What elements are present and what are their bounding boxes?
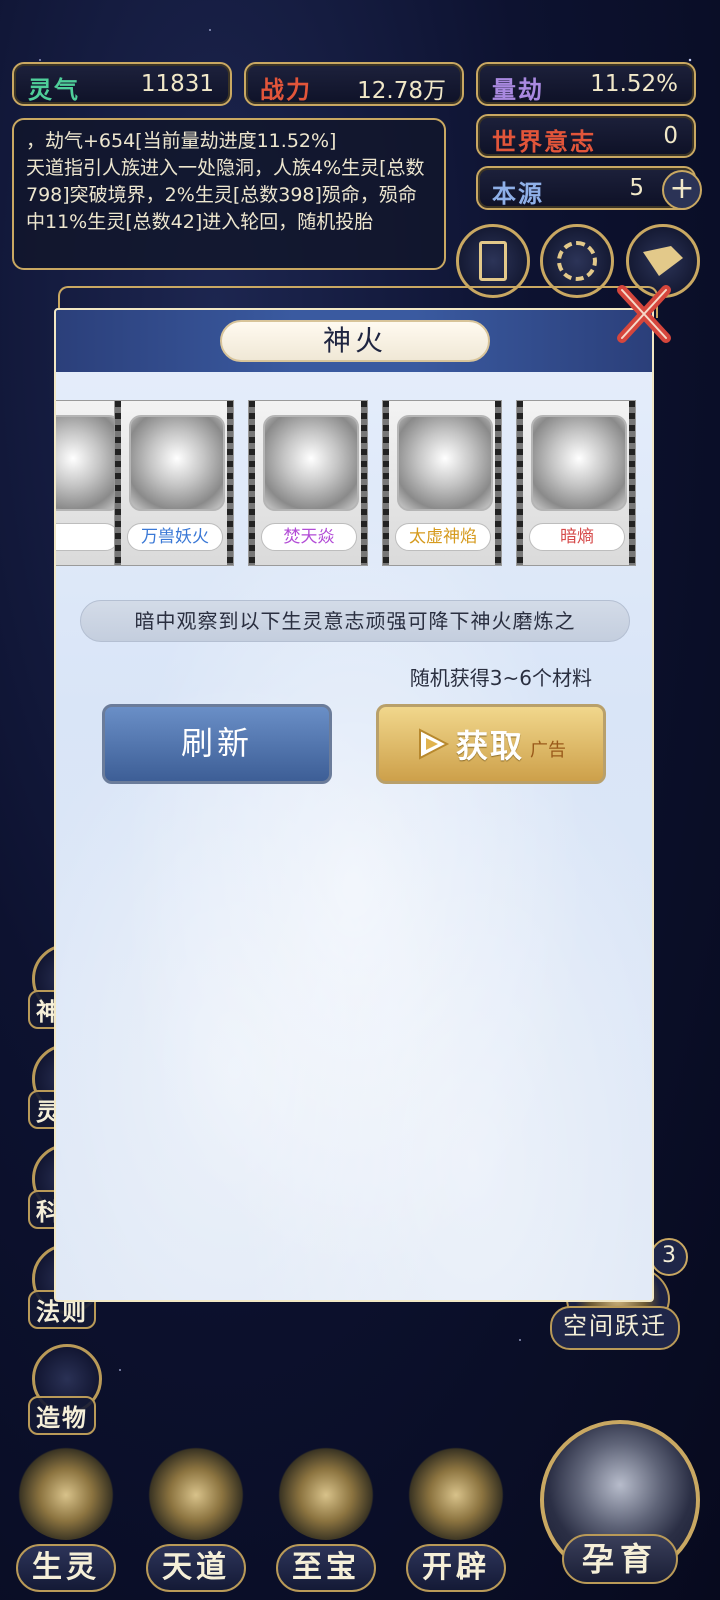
info-banner: 暗中观察到以下生灵意志顽强可降下神火磨炼之	[80, 600, 630, 642]
zhanli-stat: 战力 12.78万	[244, 62, 464, 106]
fire-card-name: 焚天焱	[261, 523, 357, 551]
close-icon[interactable]	[616, 284, 672, 344]
nav-zhibao[interactable]: 至宝	[266, 1440, 386, 1600]
lingqi-stat: 灵气 11831	[12, 62, 232, 106]
get-label: 获取	[455, 727, 524, 765]
kaipi-icon	[406, 1440, 506, 1540]
shijie-label: 世界意志	[492, 128, 596, 156]
log-line-2: 天道指引人族进入一处隐洞，人族4%生灵[总数798]突破境界，2%生灵[总数39…	[26, 157, 425, 233]
video-play-icon	[418, 728, 450, 760]
nav-kaipi[interactable]: 开辟	[396, 1440, 516, 1600]
side-label-zaowu: 造物	[28, 1396, 96, 1435]
space-jump-badge: 3	[650, 1238, 688, 1276]
nav-tiandao[interactable]: 天道	[136, 1440, 256, 1600]
benyuan-add-button[interactable]: +	[662, 170, 702, 210]
liangjie-stat[interactable]: 量劫 11.52%	[476, 62, 696, 106]
liangjie-label: 量劫	[492, 76, 544, 104]
zhanli-value: 12.78万	[357, 78, 446, 104]
hammer-icon	[643, 246, 683, 276]
get-ad-button[interactable]: 获取 广告	[376, 704, 606, 784]
zhibao-icon	[276, 1440, 376, 1540]
vortex-icon	[557, 241, 597, 281]
anshang-fire-icon	[531, 415, 627, 511]
fire-card-taixu[interactable]: 太虚神焰	[382, 400, 502, 566]
benyuan-value: 5	[629, 175, 644, 201]
nav-yunyu-label: 孕育	[562, 1534, 678, 1584]
shengling-icon	[16, 1440, 116, 1540]
fire-card-fentian[interactable]: 焚天焱	[248, 400, 368, 566]
space-jump-label: 空间跃迁	[550, 1306, 680, 1350]
fire-card-name: 万兽妖火	[127, 523, 223, 551]
lingqi-value: 11831	[140, 71, 214, 97]
wanshou-fire-icon	[129, 415, 225, 511]
fire-card-name	[56, 523, 119, 551]
fentian-fire-icon	[263, 415, 359, 511]
shenhuo-dialog: 神火 万兽妖火 焚天焱 太虚神焰 暗熵 暗中观察到以下生灵意志顽强可降下神火磨炼…	[54, 308, 654, 1302]
fire-card-anshang[interactable]: 暗熵	[516, 400, 636, 566]
fire-card-name: 太虚神焰	[395, 523, 491, 551]
fire-card-wanshou[interactable]: 万兽妖火	[114, 400, 234, 566]
lingqi-label: 灵气	[28, 76, 80, 104]
dialog-header: 神火	[56, 310, 652, 372]
fire-card-art	[56, 415, 121, 511]
fire-card-name: 暗熵	[529, 523, 625, 551]
dialog-title: 神火	[220, 320, 490, 362]
taixu-fire-icon	[397, 415, 493, 511]
nav-zhibao-label: 至宝	[276, 1544, 376, 1592]
plus-icon: +	[669, 171, 695, 206]
refresh-button[interactable]: 刷新	[102, 704, 332, 784]
nav-shengling[interactable]: 生灵	[6, 1440, 126, 1600]
benyuan-label: 本源	[492, 180, 544, 208]
shijie-value: 0	[663, 123, 678, 149]
shijie-stat[interactable]: 世界意志 0	[476, 114, 696, 158]
nav-kaipi-label: 开辟	[406, 1544, 506, 1592]
event-log: ，劫气+654[当前量劫进度11.52%] 天道指引人族进入一处隐洞，人族4%生…	[12, 118, 446, 270]
nav-tiandao-label: 天道	[146, 1544, 246, 1592]
tiandao-icon	[146, 1440, 246, 1540]
card-icon	[479, 241, 507, 281]
nav-yunyu[interactable]: 孕育	[540, 1420, 700, 1590]
zhanli-label: 战力	[260, 76, 312, 104]
log-line-1: ，劫气+654[当前量劫进度11.52%]	[26, 130, 337, 152]
ad-label: 广告	[530, 740, 566, 761]
reward-text: 随机获得3~6个材料	[409, 666, 592, 690]
liangjie-value: 11.52%	[590, 71, 678, 97]
nav-shengling-label: 生灵	[16, 1544, 116, 1592]
